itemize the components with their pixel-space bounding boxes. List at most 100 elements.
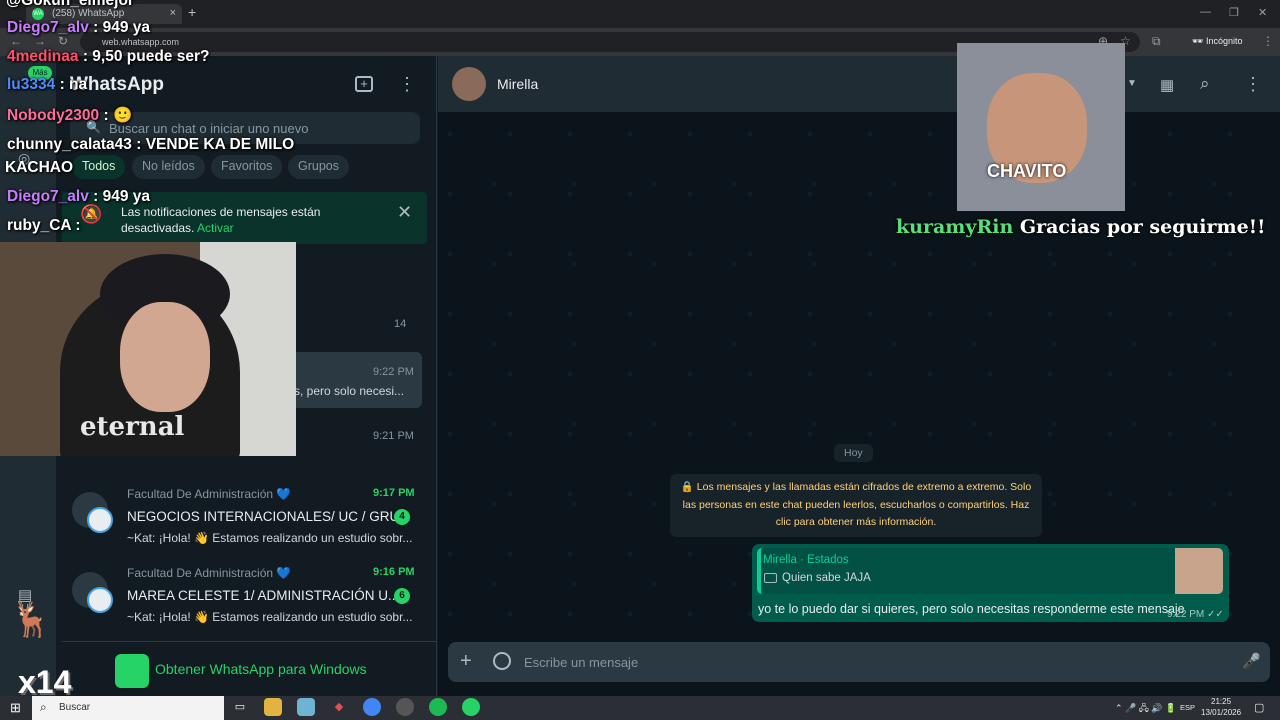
chat-preview: ~Kat: ¡Hola! 👋 Estamos realizando un est… xyxy=(127,610,413,624)
attach-icon[interactable]: + xyxy=(460,650,472,673)
notification-line-2: desactivadas. xyxy=(121,221,195,235)
tab-close-icon[interactable]: × xyxy=(170,7,176,19)
community-avatar xyxy=(87,587,113,613)
overlay-chat-user: lu3334 xyxy=(7,76,56,93)
menu-icon[interactable]: ⋮ xyxy=(398,74,416,95)
unread-badge: 4 xyxy=(394,509,410,525)
spotify-icon[interactable] xyxy=(429,698,447,716)
file-explorer-icon[interactable] xyxy=(264,698,282,716)
overlay-chat-user: 4medinaa xyxy=(7,48,79,65)
overlay-chat-user: Nobody2300 xyxy=(7,107,100,124)
overlay-chat-text: : 🙂 xyxy=(99,107,133,124)
clock-time[interactable]: 21:25 xyxy=(1211,697,1231,706)
overlay-chat-user: KACHAO xyxy=(5,159,74,176)
alert-message: Gracias por seguirme!! xyxy=(1013,216,1266,238)
chat-preview: s, pero solo necesi... xyxy=(294,384,405,398)
overlay-chat-line: lu3334 : na xyxy=(7,76,87,94)
date-separator: Hoy xyxy=(834,444,873,462)
chat-time: 9:17 PM xyxy=(373,487,415,499)
clock-date[interactable]: 13/01/2026 xyxy=(1201,708,1241,717)
overlay-chat-user: ruby_CA xyxy=(7,217,72,234)
whatsapp-icon[interactable] xyxy=(462,698,480,716)
overlay-chat-user: chunny_calata43 xyxy=(7,136,132,153)
quote-author: Mirella · Estados xyxy=(763,554,849,566)
chat-time: 14 xyxy=(394,318,407,330)
message-time: 9:22 PM ✓✓ xyxy=(1167,609,1224,620)
video-icon xyxy=(764,573,777,583)
incognito-label: Incógnito xyxy=(1205,36,1243,46)
obs-icon[interactable] xyxy=(396,698,414,716)
overlay-chat-text: : 9,50 puede ser? xyxy=(78,48,210,65)
bell-off-icon: 🔕 xyxy=(80,204,103,224)
overlay-chat-user: Diego7_alv xyxy=(7,188,89,205)
notepad-icon[interactable] xyxy=(297,698,315,716)
filter-favorites[interactable]: Favoritos xyxy=(211,155,283,179)
community-avatar xyxy=(87,507,113,533)
overlay-chat-text: : xyxy=(71,217,81,234)
language-indicator[interactable]: ESP xyxy=(1180,703,1195,712)
whatsapp-logo-icon[interactable] xyxy=(115,654,149,688)
get-app-link[interactable]: Obtener WhatsApp para Windows xyxy=(155,661,367,677)
filter-unread[interactable]: No leídos xyxy=(132,155,205,179)
system-tray-icons[interactable]: ⌃ 🎤 🖧 🔊 🔋 xyxy=(1115,701,1176,717)
webcam-overlay: eternal xyxy=(0,242,296,456)
search-icon[interactable]: ⌕ xyxy=(1200,74,1210,94)
chat-time: 9:22 PM xyxy=(373,366,414,378)
overlay-chat-line: chunny_calata43 : VENDE KA DE MILO xyxy=(7,136,294,154)
community-name: Facultad De Administración 💙 xyxy=(127,487,292,501)
overlay-chat-line: Diego7_alv : 949 ya xyxy=(7,188,150,206)
overlay-chat-line: 4medinaa : 9,50 puede ser? xyxy=(7,48,209,66)
status-thumbnail xyxy=(1175,548,1223,594)
contact-name[interactable]: Mirella xyxy=(497,76,538,92)
chrome-icon[interactable] xyxy=(363,698,381,716)
extensions-icon[interactable]: ⧉ xyxy=(1152,34,1161,49)
overlay-chat-partial: @Gokuh_elmejor xyxy=(6,0,134,9)
catalog-icon[interactable]: ▦ xyxy=(1160,76,1174,94)
chat-header xyxy=(438,56,1280,112)
overlay-chat-text: : VENDE KA DE MILO xyxy=(131,136,295,153)
reindeer-icon: 🦌 xyxy=(10,601,53,639)
emoji-icon[interactable] xyxy=(493,652,511,670)
windows-start-icon[interactable]: ⊞ xyxy=(10,700,21,716)
chat-time: 9:21 PM xyxy=(373,430,414,442)
media-app-icon[interactable]: ◆ xyxy=(330,698,348,716)
taskbar-search-label: Buscar xyxy=(59,702,91,713)
quote-text: Quien sabe JAJA xyxy=(782,572,871,584)
overlay-chat-line: Diego7_alv : 949 ya xyxy=(7,19,150,37)
message-placeholder: Escribe un mensaje xyxy=(524,655,639,670)
contact-avatar[interactable] xyxy=(452,67,486,101)
restore-icon[interactable]: ❐ xyxy=(1229,6,1239,19)
follower-alert-text: kuramyRin Gracias por seguirme!! xyxy=(896,216,1265,238)
streamer-face xyxy=(120,302,210,412)
message-text: yo te lo puedo dar si quieres, pero solo… xyxy=(758,602,1185,616)
encryption-notice[interactable]: 🔒 Los mensajes y las llamadas están cifr… xyxy=(670,474,1042,537)
search-icon: ⌕ xyxy=(40,700,47,714)
chat-time: 9:16 PM xyxy=(373,566,415,578)
menu-icon[interactable]: ⋮ xyxy=(1244,74,1262,95)
chevron-down-icon[interactable]: ▼ xyxy=(1127,78,1137,89)
new-tab-icon[interactable]: + xyxy=(188,4,196,20)
new-chat-icon[interactable]: + xyxy=(355,76,373,92)
notification-line-1: Las notificaciones de mensajes están xyxy=(121,205,321,219)
overlay-chat-user: Diego7_alv xyxy=(7,19,89,36)
search-placeholder: Buscar un chat o iniciar uno nuevo xyxy=(109,121,309,136)
filter-all[interactable]: Todos xyxy=(72,155,126,179)
unread-badge: 6 xyxy=(394,588,410,604)
overlay-chat-text: : 949 ya xyxy=(88,19,151,36)
overlay-chat-line: KACHAO xyxy=(5,159,73,177)
overlay-chat-text: : 949 ya xyxy=(88,188,151,205)
shirt-print: eternal xyxy=(80,412,185,442)
minimize-icon[interactable]: — xyxy=(1200,6,1211,18)
microphone-icon[interactable]: 🎤 xyxy=(1242,652,1261,670)
chat-name: NEGOCIOS INTERNACIONALES/ UC / GRU... xyxy=(127,509,411,524)
notifications-icon[interactable]: ▢ xyxy=(1254,701,1264,714)
task-view-icon[interactable]: ▭ xyxy=(231,698,249,716)
filter-groups[interactable]: Grupos xyxy=(288,155,349,179)
close-icon[interactable]: ✕ xyxy=(397,202,412,223)
activate-link[interactable]: Activar xyxy=(197,221,234,235)
overlay-chat-line: Nobody2300 : 🙂 xyxy=(7,106,132,125)
browser-menu-icon[interactable]: ⋮ xyxy=(1262,34,1274,48)
overlay-chat-text: : na xyxy=(55,76,88,93)
window-close-icon[interactable]: ✕ xyxy=(1258,6,1267,19)
incognito-indicator: 🕶 Incógnito xyxy=(1192,36,1243,46)
